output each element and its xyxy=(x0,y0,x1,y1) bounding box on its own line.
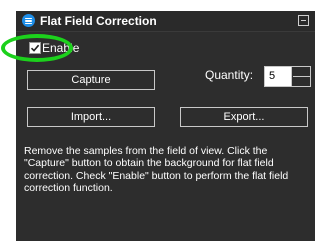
enable-highlight-annotation xyxy=(1,34,73,62)
quantity-spin-arrows xyxy=(293,67,310,86)
panel-title-bar: Flat Field Correction xyxy=(16,11,315,32)
panel-title: Flat Field Correction xyxy=(40,14,157,28)
capture-button[interactable]: Capture xyxy=(27,70,155,90)
quantity-stepper[interactable]: 5 xyxy=(264,66,311,87)
menu-icon[interactable] xyxy=(22,14,35,27)
import-button[interactable]: Import... xyxy=(27,107,155,127)
decrement-button[interactable] xyxy=(293,76,310,86)
quantity-input[interactable]: 5 xyxy=(265,67,292,86)
instructions-text: Remove the samples from the field of vie… xyxy=(24,145,289,194)
quantity-label: Quantity: xyxy=(205,68,254,82)
export-button[interactable]: Export... xyxy=(180,107,308,127)
increment-button[interactable] xyxy=(293,67,310,76)
minimize-panel-icon[interactable] xyxy=(298,15,309,26)
screenshot-canvas: Flat Field Correction Enable Capture Qua… xyxy=(0,0,321,241)
